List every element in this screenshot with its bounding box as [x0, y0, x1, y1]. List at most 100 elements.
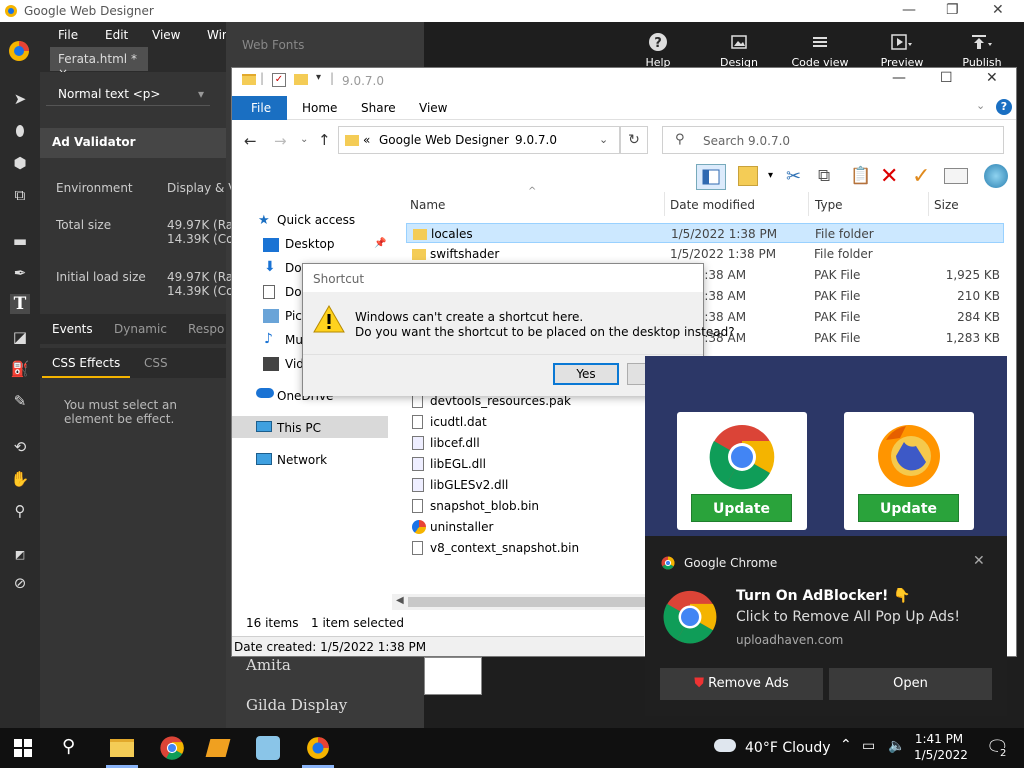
3d-cube-icon[interactable]: ⬢	[10, 154, 30, 174]
ribbon-tab-home[interactable]: Home	[302, 101, 337, 115]
sidebar-music[interactable]: Mu	[285, 333, 303, 347]
gwd-app-icon[interactable]	[8, 40, 30, 62]
no-fill-icon[interactable]: ⊘	[10, 574, 30, 594]
text-style-dropdown[interactable]: Normal text <p> ▾	[46, 84, 210, 106]
component-icon[interactable]: ⧉	[10, 186, 30, 206]
yes-button[interactable]: Yes	[553, 363, 619, 385]
control-panel-taskbar-icon[interactable]	[256, 736, 280, 760]
explorer-minimize-icon[interactable]: —	[892, 70, 906, 86]
file-tab[interactable]: Ferata.html * ×	[50, 47, 148, 80]
tab-dynamic[interactable]: Dynamic	[114, 322, 167, 336]
gwd-taskbar-icon[interactable]	[306, 736, 330, 760]
back-arrow-icon[interactable]: ←	[244, 132, 257, 150]
column-name[interactable]: Name	[410, 198, 445, 212]
search-icon[interactable]: ⚲	[62, 736, 75, 757]
tab-responsive[interactable]: Respo	[188, 322, 224, 336]
sidebar-desktop[interactable]: Desktop	[285, 237, 335, 251]
column-date-modified[interactable]: Date modified	[670, 198, 755, 212]
font-gilda-display[interactable]: Gilda Display	[246, 696, 347, 714]
file-row[interactable]: swiftshader 1/5/2022 1:38 PM File folder	[406, 244, 1004, 264]
refresh-icon[interactable]: ↻	[620, 126, 648, 154]
sidebar-network[interactable]: Network	[277, 453, 327, 467]
windows-start-icon[interactable]	[14, 739, 32, 757]
design-view-button[interactable]: Design view	[706, 32, 772, 70]
menu-edit[interactable]: Edit	[105, 28, 128, 42]
clock-time[interactable]: 1:41 PM	[914, 732, 964, 746]
tray-chevron-up-icon[interactable]: ⌃	[840, 737, 852, 753]
file-explorer-taskbar-icon[interactable]	[110, 739, 134, 757]
firefox-update-card[interactable]: Update	[844, 412, 974, 530]
code-view-button[interactable]: Code view	[790, 32, 850, 70]
chrome-update-card[interactable]: Update	[677, 412, 807, 530]
quick-access-dropdown-icon[interactable]: ▾	[316, 72, 321, 83]
explorer-close-icon[interactable]: ✕	[986, 70, 998, 86]
new-item-dropdown-icon[interactable]: ▾	[768, 170, 773, 181]
ribbon-expand-icon[interactable]: ⌄	[976, 99, 985, 112]
restore-icon[interactable]: ❐	[946, 2, 959, 18]
font-amita[interactable]: Amita	[246, 656, 291, 674]
ribbon-tab-file[interactable]: File	[232, 96, 287, 120]
ribbon-tab-view[interactable]: View	[419, 101, 447, 115]
shape-icon[interactable]: ◪	[10, 328, 30, 348]
pin-icon[interactable]: 📌	[374, 238, 386, 249]
select-arrow-icon[interactable]: ➤	[10, 90, 30, 110]
explorer-maximize-icon[interactable]: ☐	[940, 70, 953, 86]
delete-icon[interactable]: ✕	[880, 164, 898, 189]
remove-ads-button[interactable]: ⛊ Remove Ads	[660, 668, 823, 700]
search-box[interactable]: ⚲ Search 9.0.7.0	[662, 126, 1004, 154]
tab-css-effects[interactable]: CSS Effects	[52, 356, 120, 370]
network-globe-icon[interactable]	[984, 164, 1008, 188]
up-arrow-icon[interactable]: ↑	[318, 131, 331, 149]
rotate-3d-icon[interactable]: ⟲	[10, 438, 30, 458]
scroll-left-icon[interactable]: ◀	[396, 595, 404, 606]
new-folder-icon[interactable]	[294, 74, 308, 85]
address-bar[interactable]: « Google Web Designer › 9.0.7.0 ⌄	[338, 126, 620, 154]
help-circle-icon[interactable]: ?	[996, 99, 1012, 115]
menu-file[interactable]: File	[58, 28, 78, 42]
text-tool-icon[interactable]: T	[10, 294, 30, 314]
publish-button[interactable]: Publish	[952, 32, 1012, 70]
eyedropper-icon[interactable]: ✎	[10, 392, 30, 412]
volume-muted-icon[interactable]: 🔈	[888, 738, 905, 754]
new-item-icon[interactable]	[738, 166, 758, 186]
copy-icon[interactable]: ⧉	[818, 166, 830, 186]
pen-icon[interactable]: ✒	[10, 264, 30, 284]
preview-pane-icon[interactable]	[696, 164, 726, 190]
breadcrumb-gwd[interactable]: Google Web Designer	[379, 133, 509, 147]
tab-css[interactable]: CSS	[144, 356, 168, 370]
ribbon-tab-share[interactable]: Share	[361, 101, 396, 115]
fill-bucket-icon[interactable]: ⛽	[10, 360, 30, 380]
preview-button[interactable]: Preview	[872, 32, 932, 70]
scrollbar-thumb[interactable]	[408, 597, 646, 607]
zoom-icon[interactable]: ⚲	[10, 502, 30, 522]
column-type[interactable]: Type	[815, 198, 843, 212]
swap-colors-icon[interactable]: ◩	[10, 548, 30, 568]
address-dropdown-icon[interactable]: ⌄	[599, 133, 608, 146]
menu-view[interactable]: View	[152, 28, 180, 42]
weather-text[interactable]: 40°F Cloudy	[745, 740, 831, 756]
open-button[interactable]: Open	[829, 668, 992, 700]
select-all-icon[interactable]	[944, 168, 968, 184]
sidebar-this-pc[interactable]: This PC	[277, 421, 321, 435]
chrome-taskbar-icon[interactable]	[160, 736, 184, 760]
close-icon[interactable]: ✕	[992, 2, 1004, 18]
sidebar-quick-access[interactable]: Quick access	[277, 213, 355, 227]
rename-check-icon[interactable]: ✓	[912, 164, 930, 189]
tab-events[interactable]: Events	[52, 322, 93, 336]
cut-icon[interactable]: ✂	[786, 166, 801, 187]
help-button[interactable]: ? Help	[628, 32, 688, 70]
paint-taskbar-icon[interactable]	[205, 739, 231, 757]
chrome-update-button[interactable]: Update	[691, 494, 792, 522]
clock-date[interactable]: 1/5/2022	[914, 748, 968, 762]
horizontal-scrollbar[interactable]: ◀	[392, 594, 646, 610]
paste-icon[interactable]: 📋	[850, 166, 871, 186]
forward-arrow-icon[interactable]: →	[274, 132, 287, 150]
notification-close-icon[interactable]: ✕	[973, 553, 985, 569]
file-row[interactable]: locales 1/5/2022 1:38 PM File folder	[406, 223, 1004, 243]
recent-dropdown-icon[interactable]: ⌄	[300, 134, 308, 145]
minimize-icon[interactable]: —	[902, 2, 916, 18]
breadcrumb-version[interactable]: 9.0.7.0	[515, 133, 557, 147]
tag-tool-icon[interactable]: ▬	[10, 232, 30, 252]
properties-check-icon[interactable]: ✓	[272, 73, 286, 87]
tag-icon[interactable]: ⬮	[10, 122, 30, 142]
